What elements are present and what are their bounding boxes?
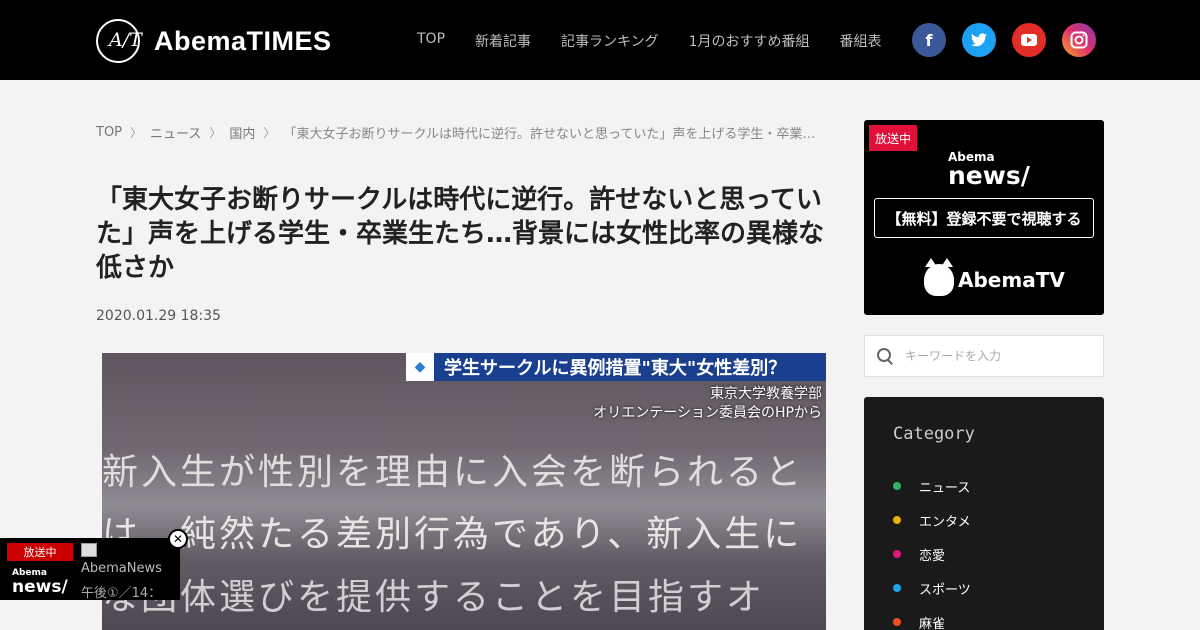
mascot-icon xyxy=(924,258,954,296)
breadcrumb-domestic[interactable]: 国内 xyxy=(229,123,255,142)
live-badge: 放送中 xyxy=(7,543,73,561)
breadcrumb-news[interactable]: ニュース xyxy=(150,123,201,142)
bullet-icon xyxy=(893,516,901,524)
mini-player-title: AbemaNews xyxy=(81,561,162,576)
image-source-line1: 東京大学教養学部 xyxy=(710,386,822,402)
category-item-mahjong[interactable]: 麻雀 xyxy=(893,605,971,630)
nav-ranking[interactable]: 記事ランキング xyxy=(561,31,659,51)
bullet-icon xyxy=(893,550,901,558)
facebook-icon[interactable]: f xyxy=(912,23,946,57)
category-item-love[interactable]: 恋愛 xyxy=(893,537,971,571)
nav-recommended[interactable]: 1月のおすすめ番組 xyxy=(689,31,810,51)
search-box xyxy=(864,335,1104,377)
youtube-icon[interactable] xyxy=(1012,23,1046,57)
twitter-icon[interactable] xyxy=(962,23,996,57)
chevron-right-icon: 〉 xyxy=(209,125,222,140)
category-title: Category xyxy=(893,424,975,444)
logo-mark-icon: A/T xyxy=(96,19,142,63)
image-banner-text: 学生サークルに異例措置"東大"女性差別？ xyxy=(444,358,787,379)
image-source-line2: オリエンテーション委員会のHPから xyxy=(593,405,822,421)
category-item-entertainment[interactable]: エンタメ xyxy=(893,503,971,537)
site-logo[interactable]: A/T AbemaTIMES xyxy=(96,19,332,63)
abematv-logo: AbemaTV xyxy=(924,258,1065,296)
image-banner: ◆ 学生サークルに異例措置"東大"女性差別？ xyxy=(406,353,826,381)
abema-news-logo: Abema news/ xyxy=(12,568,68,597)
flag-icon: ◆ xyxy=(406,353,434,381)
instagram-icon[interactable] xyxy=(1062,23,1096,57)
nav-new-articles[interactable]: 新着記事 xyxy=(475,31,531,51)
logo-text: AbemaTIMES xyxy=(154,25,332,56)
article-title: 「東大女子お断りサークルは時代に逆行。許せないと思っていた」声を上げる学生・卒業… xyxy=(96,185,825,283)
chevron-right-icon: 〉 xyxy=(130,125,143,140)
category-list: ニュース エンタメ 恋愛 スポーツ 麻雀 xyxy=(893,477,971,630)
broken-image-icon xyxy=(81,543,97,557)
nav-schedule[interactable]: 番組表 xyxy=(840,31,882,51)
breadcrumb: TOP 〉 ニュース 〉 国内 〉 「東大女子お断りサークルは時代に逆行。許せな… xyxy=(96,123,826,142)
main-nav: TOP 新着記事 記事ランキング 1月のおすすめ番組 番組表 xyxy=(417,31,882,51)
image-source: 東京大学教養学部 オリエンテーション委員会のHPから xyxy=(593,385,822,423)
live-badge: 放送中 xyxy=(869,125,917,151)
search-input[interactable] xyxy=(905,349,1095,363)
live-promo-banner[interactable]: 放送中 Abema news/ 【無料】登録不要で視聴する AbemaTV xyxy=(864,120,1104,315)
mini-player-time: 午後①／14： xyxy=(81,586,162,601)
chevron-right-icon: 〉 xyxy=(263,125,276,140)
breadcrumb-current: 「東大女子お断りサークルは時代に逆行。許せないと思っていた」声を上げる学生・卒業… xyxy=(283,126,826,142)
article-image: ◆ 学生サークルに異例措置"東大"女性差別？ 東京大学教養学部 オリエンテーショ… xyxy=(102,353,826,630)
image-text-line: 新入生が性別を理由に入会を断られると xyxy=(102,452,805,493)
search-icon[interactable] xyxy=(877,348,893,364)
category-panel: Category ニュース エンタメ 恋愛 スポーツ 麻雀 xyxy=(864,397,1104,630)
bullet-icon xyxy=(893,482,901,490)
close-icon[interactable]: ✕ xyxy=(168,529,188,549)
watch-free-button[interactable]: 【無料】登録不要で視聴する xyxy=(874,198,1094,238)
image-text-line: は、純然たる差別行為であり、新入生に xyxy=(102,514,803,555)
abema-news-logo: Abema news/ xyxy=(948,150,1030,190)
bullet-icon xyxy=(893,584,901,592)
image-text-line: な団体選びを提供することを目指すオ xyxy=(102,577,766,618)
nav-top[interactable]: TOP xyxy=(417,31,445,51)
mini-player[interactable]: 放送中 Abema news/ AbemaNews 午後①／14： xyxy=(0,538,180,601)
breadcrumb-top[interactable]: TOP xyxy=(96,125,122,140)
category-item-sports[interactable]: スポーツ xyxy=(893,571,971,605)
category-item-news[interactable]: ニュース xyxy=(893,469,971,503)
article-date: 2020.01.29 18:35 xyxy=(96,308,221,324)
site-header: A/T AbemaTIMES TOP 新着記事 記事ランキング 1月のおすすめ番… xyxy=(0,0,1200,80)
bullet-icon xyxy=(893,618,901,626)
